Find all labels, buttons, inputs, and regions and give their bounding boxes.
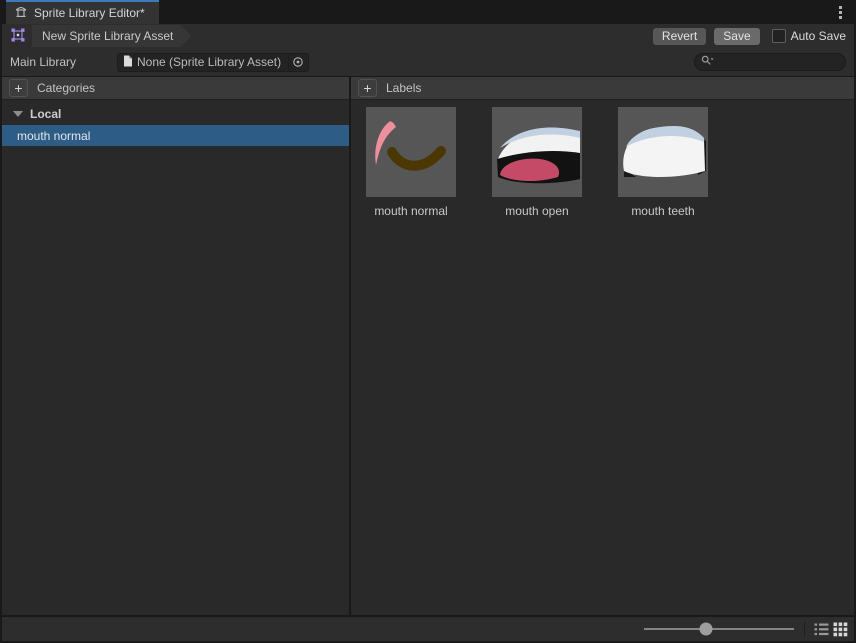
auto-save-checkbox[interactable] (771, 29, 786, 43)
object-field-value: None (Sprite Library Asset) (137, 55, 282, 69)
bottom-bar (2, 615, 854, 641)
labels-panel: + Labels mouth normal mouth open mouth t… (351, 77, 854, 615)
thumbnail-size-slider[interactable] (644, 622, 794, 636)
label-item-mouth-teeth[interactable]: mouth teeth (618, 107, 708, 218)
thumbnail-size-slider-knob[interactable] (699, 622, 712, 636)
grid-view-icon[interactable] (832, 621, 848, 637)
add-label-button[interactable]: + (358, 79, 377, 97)
categories-list: Local mouth normal (2, 100, 349, 615)
labels-title: Labels (386, 81, 422, 95)
categories-header: + Categories (2, 77, 349, 100)
breadcrumb-new-sprite-library-asset[interactable]: New Sprite Library Asset (32, 25, 191, 47)
sprite-asset-icon (10, 27, 26, 46)
window-menu-kebab-icon[interactable] (832, 4, 848, 20)
categories-title: Categories (37, 81, 96, 95)
label-item-mouth-normal[interactable]: mouth normal (366, 107, 456, 218)
category-label: mouth normal (17, 128, 91, 143)
sprite-thumbnail-mouth-open (492, 107, 582, 197)
toolbar: New Sprite Library Asset Revert Save Aut… (2, 24, 854, 48)
categories-panel: + Categories Local mouth normal (2, 77, 351, 615)
label-item-mouth-open[interactable]: mouth open (492, 107, 582, 218)
foldout-arrow-icon (13, 111, 23, 117)
document-icon (123, 55, 133, 70)
slider-track (644, 628, 794, 630)
sprite-thumbnail-mouth-normal (366, 107, 456, 197)
sprite-library-icon (14, 5, 28, 22)
main-library-row: Main Library None (Sprite Library Asset) (2, 48, 854, 76)
window-body: New Sprite Library Asset Revert Save Aut… (2, 24, 854, 641)
labels-grid-area: mouth normal mouth open mouth teeth (351, 100, 854, 615)
search-input[interactable] (715, 55, 839, 69)
list-view-icon[interactable] (813, 621, 829, 637)
add-category-button[interactable]: + (9, 79, 28, 97)
revert-button[interactable]: Revert (652, 27, 707, 45)
breadcrumb-label: New Sprite Library Asset (42, 29, 174, 43)
local-foldout[interactable]: Local (2, 103, 349, 125)
bottom-bar-divider (804, 621, 805, 637)
label-name: mouth normal (374, 204, 448, 218)
auto-save-label: Auto Save (790, 29, 846, 43)
category-row-mouth-normal[interactable]: mouth normal (2, 125, 349, 146)
main-library-object-field[interactable]: None (Sprite Library Asset) (117, 52, 309, 72)
panels: + Categories Local mouth normal + Labels… (2, 76, 854, 615)
tab-title: Sprite Library Editor* (34, 6, 145, 20)
label-name: mouth teeth (631, 204, 695, 218)
sprite-thumbnail-mouth-teeth (618, 107, 708, 197)
sprite-library-editor-window: Sprite Library Editor* New Sprite Librar… (0, 0, 856, 643)
label-name: mouth open (505, 204, 569, 218)
tab-sprite-library-editor[interactable]: Sprite Library Editor* (6, 0, 159, 24)
save-button[interactable]: Save (714, 27, 760, 45)
object-picker-icon[interactable] (288, 53, 306, 71)
local-foldout-label: Local (30, 107, 62, 121)
labels-header: + Labels (351, 77, 854, 100)
search-box[interactable] (694, 53, 846, 71)
main-library-label: Main Library (10, 55, 77, 69)
tab-bar: Sprite Library Editor* (0, 0, 856, 24)
search-icon (701, 55, 715, 70)
